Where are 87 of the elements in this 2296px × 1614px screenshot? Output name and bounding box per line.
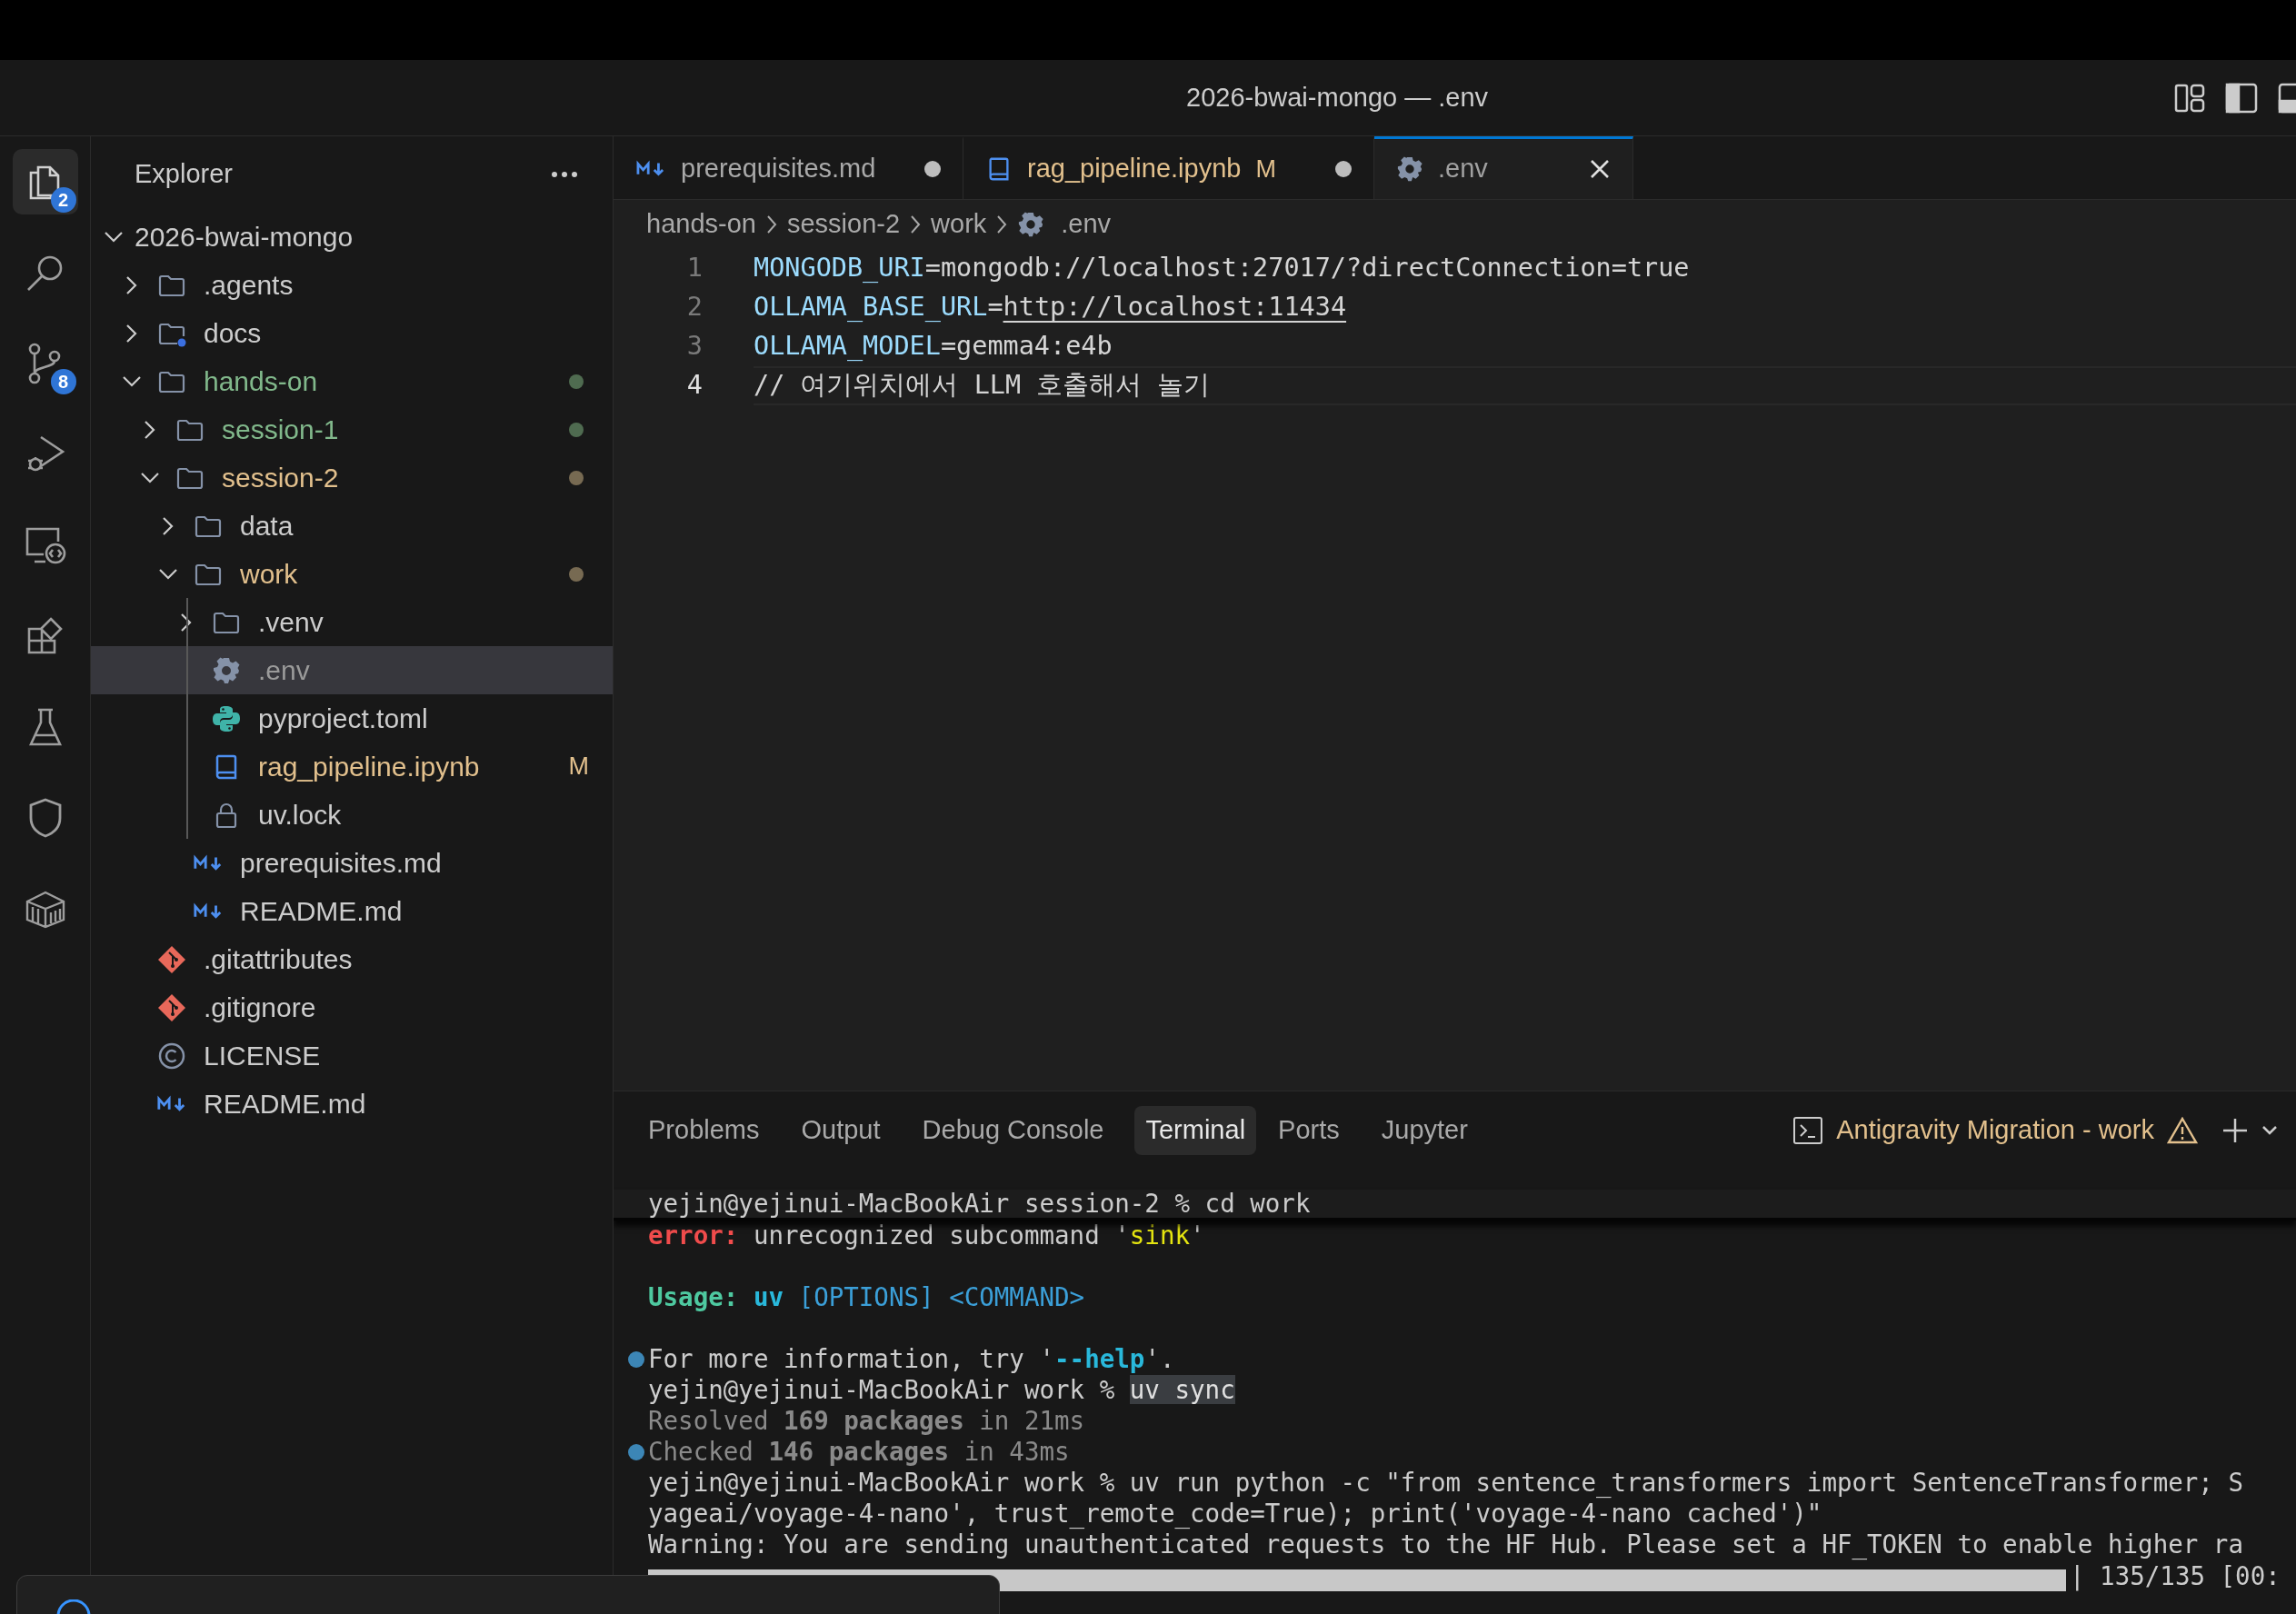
tree-item[interactable]: rag_pipeline.ipynb M	[91, 742, 613, 791]
breadcrumb-item[interactable]: hands-on	[646, 204, 756, 244]
code-line: // 여기위치에서 LLM 호출해서 놀기	[754, 369, 1211, 403]
terminal-line: yejin@yejinui-MacBookAir work % uv sync	[648, 1374, 1235, 1407]
gear-icon	[212, 655, 241, 685]
breadcrumb-item[interactable]: session-2	[786, 204, 901, 244]
tree-item[interactable]: .gitignore	[91, 983, 613, 1031]
code-line: OLLAMA_MODEL=gemma4:e4b	[754, 330, 1113, 364]
tree-item[interactable]: hands-on	[91, 357, 613, 405]
panel-tab[interactable]: Debug Console	[911, 1106, 1115, 1155]
git-status-label: M	[568, 752, 589, 782]
tree-item[interactable]: README.md	[91, 887, 613, 935]
tree-item[interactable]: work	[91, 550, 613, 598]
chevron-down-icon[interactable]	[157, 566, 179, 582]
chevron-right-icon	[909, 214, 923, 234]
sidebar-toggle-icon[interactable]	[2225, 82, 2258, 114]
chevron-right-icon[interactable]	[161, 514, 175, 537]
chevron-right-icon[interactable]	[125, 274, 139, 296]
count-badge: 2	[50, 187, 76, 213]
tree-item[interactable]: .agents	[91, 261, 613, 309]
terminal-line: Checked 146 packages in 43ms	[648, 1436, 1070, 1469]
chevron-down-icon[interactable]	[103, 229, 125, 244]
git-icon	[157, 992, 186, 1022]
tree-item[interactable]: docs	[91, 309, 613, 357]
gear-icon	[1017, 211, 1045, 238]
terminal-line: yejin@yejinui-MacBookAir work % uv run python -c "from sentence_transformers import SentenceTransformer; S	[648, 1467, 2243, 1499]
panel-toggle-icon[interactable]	[2278, 82, 2296, 114]
git-status-label: M	[1255, 154, 1276, 184]
chevron-right-icon[interactable]	[125, 322, 139, 344]
panel-tab[interactable]: Ports	[1267, 1106, 1351, 1155]
tree-item[interactable]: data	[91, 502, 613, 550]
line-number: 1	[685, 252, 703, 285]
tree-item[interactable]: session-1	[91, 405, 613, 453]
panel-tab[interactable]: Terminal	[1134, 1106, 1257, 1155]
tree-item[interactable]: pyproject.toml	[91, 694, 613, 742]
tree-item[interactable]: .venv	[91, 598, 613, 646]
tree-item[interactable]: uv.lock	[91, 791, 613, 839]
layout-icon[interactable]	[2174, 83, 2205, 113]
breadcrumb-item[interactable]: work	[931, 204, 987, 244]
tree-item[interactable]: .gitattributes	[91, 935, 613, 983]
line-number: 4	[685, 369, 703, 403]
chevron-right-icon[interactable]	[143, 418, 157, 441]
add-terminal-icon[interactable]	[2221, 1117, 2249, 1144]
chevron-right-icon[interactable]	[179, 611, 194, 633]
code-line: MONGODB_URI=mongodb://localhost:27017/?directConnection=true	[754, 252, 1690, 285]
git-icon	[157, 944, 186, 974]
copyright-icon	[157, 1041, 186, 1071]
tree-item[interactable]: LICENSE	[91, 1031, 613, 1080]
terminal-line: yejin@yejinui-MacBookAir session-2 % cd work	[648, 1187, 1311, 1220]
tree-item[interactable]: .env	[91, 646, 613, 694]
terminal-line: For more information, try '--help'.	[648, 1343, 1175, 1376]
more-actions-icon[interactable]	[551, 171, 578, 178]
terminal-line: yageai/voyage-4-nano', trust_remote_code=True); print('voyage-4-nano cached')"	[648, 1498, 1822, 1530]
panel-tab[interactable]: Jupyter	[1370, 1106, 1479, 1155]
panel-tab[interactable]: Output	[790, 1106, 892, 1155]
sidebar-title: Explorer	[135, 158, 233, 191]
chevron-right-icon	[995, 214, 1009, 234]
terminal-line: | 135/135 [00:	[2070, 1560, 2281, 1591]
tree-item[interactable]: prerequisites.md	[91, 839, 613, 887]
activity-bar-item[interactable]: 8	[12, 331, 78, 396]
chevron-down-icon[interactable]	[139, 470, 161, 485]
chevron-down-icon[interactable]	[2261, 1125, 2278, 1136]
terminal-line: Usage: uv [OPTIONS] <COMMAND>	[648, 1281, 1085, 1314]
close-icon[interactable]	[1589, 158, 1611, 180]
editor-tab[interactable]: .env	[1374, 136, 1633, 199]
panel-tab[interactable]: Problems	[637, 1106, 771, 1155]
tree-item[interactable]: 2026-bwai-mongo	[91, 213, 613, 261]
line-number: 2	[685, 291, 703, 324]
terminal-icon	[1792, 1116, 1824, 1145]
window-title: 2026-bwai-mongo — .env	[1186, 81, 1489, 114]
count-badge: 8	[50, 369, 76, 394]
python-icon	[212, 703, 241, 733]
chevron-right-icon	[764, 214, 778, 234]
gear-icon	[1396, 155, 1423, 183]
activity-bar-item[interactable]: 2	[12, 149, 78, 214]
tree-item[interactable]: session-2	[91, 453, 613, 502]
terminal-line: error: unrecognized subcommand 'sink'	[648, 1220, 1205, 1252]
breadcrumb-item[interactable]: .env	[1017, 204, 1112, 244]
terminal-line: Warning: You are sending unauthenticated requests to the HF Hub. Please set a HF_TOKEN to enable higher ra	[648, 1529, 2243, 1561]
flask-icon	[26, 706, 64, 748]
chevron-down-icon[interactable]	[121, 374, 143, 389]
tree-item[interactable]: README.md	[91, 1080, 613, 1128]
info-icon	[55, 1599, 92, 1614]
line-number: 3	[685, 330, 703, 364]
code-line: OLLAMA_BASE_URL=http://localhost:11434	[754, 291, 1347, 324]
terminal-name[interactable]: Antigravity Migration - work	[1836, 1111, 2154, 1151]
terminal-line: Resolved 169 packages in 21ms	[648, 1405, 1085, 1438]
